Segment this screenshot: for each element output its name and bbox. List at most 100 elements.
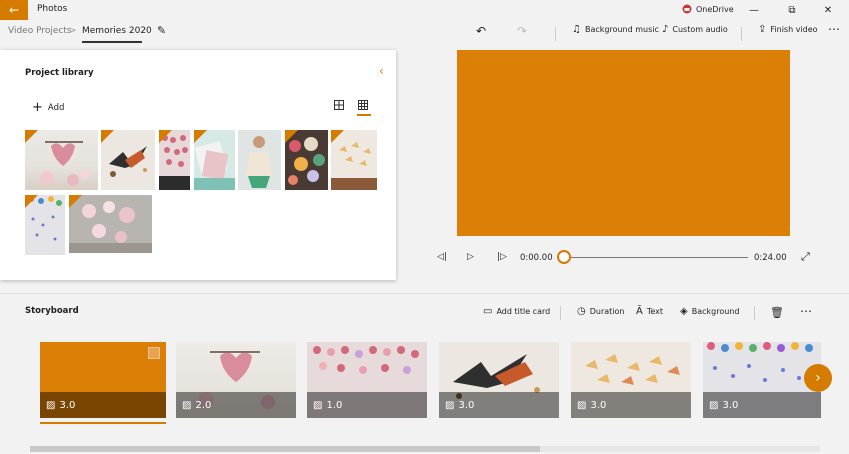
seek-track[interactable] <box>570 257 748 258</box>
section-divider <box>0 293 849 294</box>
added-corner-marker <box>69 195 82 208</box>
storyboard-clip[interactable]: ▨ 1.0 <box>307 342 427 418</box>
text-button[interactable]: Ā Text <box>636 306 663 317</box>
minimize-button[interactable]: — <box>740 0 768 20</box>
added-corner-marker <box>25 195 38 208</box>
clip-duration: 1.0 <box>326 399 343 411</box>
seek-thumb[interactable] <box>557 250 571 264</box>
background-music-button[interactable]: ♫ Background music <box>572 24 659 35</box>
more-options-button[interactable]: ⋯ <box>828 22 840 36</box>
step-forward-icon: |▷ <box>497 252 507 262</box>
storyboard-more-button[interactable]: ⋯ <box>800 304 812 318</box>
close-button[interactable]: ✕ <box>814 0 842 20</box>
add-media-button[interactable]: + Add <box>32 100 64 115</box>
clip-duration-bar: ▨ 3.0 <box>40 392 166 418</box>
delete-button[interactable]: 🗑 <box>770 306 784 319</box>
storyboard-clip[interactable]: ▨ 2.0 <box>176 342 296 418</box>
clip-duration: 3.0 <box>590 399 607 411</box>
library-thumbnail[interactable] <box>159 130 190 190</box>
storyboard-toolbar-divider <box>754 306 755 320</box>
app-title: Photos <box>37 4 68 14</box>
added-corner-marker <box>25 130 38 143</box>
custom-audio-button[interactable]: ♪ Custom audio <box>662 24 728 35</box>
view-selected-underline <box>357 114 371 116</box>
onedrive-icon <box>682 4 692 14</box>
expand-icon: ⤢ <box>801 250 810 263</box>
music-note-icon: ♫ <box>572 24 581 35</box>
added-corner-marker <box>285 130 298 143</box>
image-icon: ▨ <box>182 399 192 411</box>
maximize-button[interactable]: ⧉ <box>778 0 806 20</box>
onedrive-status[interactable]: OneDrive <box>682 4 734 14</box>
added-corner-marker <box>194 130 207 143</box>
library-thumbnail[interactable] <box>238 130 281 190</box>
play-icon: ▷ <box>467 252 474 262</box>
clip-duration: 3.0 <box>722 399 739 411</box>
library-thumbnail[interactable] <box>25 130 98 190</box>
breadcrumb-current[interactable]: Memories 2020 <box>82 26 152 36</box>
total-time: 0:24.00 <box>754 253 787 263</box>
storyboard-clip[interactable]: ▨ 3.0 <box>571 342 691 418</box>
added-corner-marker <box>101 130 114 143</box>
added-corner-marker <box>159 130 172 143</box>
image-icon: ▨ <box>313 399 323 411</box>
custom-audio-icon: ♪ <box>662 24 669 35</box>
library-thumbnail[interactable] <box>285 130 328 190</box>
background-button[interactable]: ◈ Background <box>680 306 739 317</box>
storyboard-scrollbar-thumb[interactable] <box>30 446 540 452</box>
scroll-next-button[interactable]: › <box>804 364 832 392</box>
clip-duration: 3.0 <box>59 399 76 411</box>
library-thumbnail[interactable] <box>25 195 65 255</box>
library-thumbnail[interactable] <box>194 130 235 190</box>
image-icon: ▨ <box>445 399 455 411</box>
clock-icon: ◷ <box>577 306 586 317</box>
onedrive-label: OneDrive <box>696 4 734 14</box>
export-icon: ⇪ <box>758 24 767 35</box>
storyboard-clip[interactable]: ▨ 3.0 <box>439 342 559 418</box>
collapse-library-button[interactable]: ‹ <box>379 64 384 78</box>
play-button[interactable]: ▷ <box>467 252 474 262</box>
back-button[interactable]: ← <box>0 0 28 20</box>
add-title-card-button[interactable]: ▭ Add title card <box>483 306 550 317</box>
storyboard-clip[interactable]: ▨ 3.0 <box>40 342 166 418</box>
add-title-card-label: Add title card <box>496 307 551 316</box>
library-thumbnail[interactable] <box>101 130 155 190</box>
background-music-label: Background music <box>584 25 659 34</box>
back-arrow-icon: ← <box>8 3 20 17</box>
breadcrumb-video-projects[interactable]: Video Projects <box>8 26 72 36</box>
rename-pencil-icon[interactable]: ✎ <box>157 24 166 37</box>
large-grid-view-button[interactable] <box>334 100 344 110</box>
clip-duration-bar: ▨ 3.0 <box>571 392 691 418</box>
clip-select-checkbox[interactable] <box>148 347 160 359</box>
toolbar-divider <box>741 27 742 41</box>
storyboard-toolbar-divider <box>560 306 561 320</box>
library-thumbnail[interactable] <box>69 195 152 253</box>
clip-duration-bar: ▨ 3.0 <box>439 392 559 418</box>
previous-frame-button[interactable]: ◁| <box>437 252 447 262</box>
next-frame-button[interactable]: |▷ <box>497 252 507 262</box>
text-icon: Ā <box>636 306 643 317</box>
step-back-icon: ◁| <box>437 252 447 262</box>
paint-bucket-icon: ◈ <box>680 306 688 317</box>
redo-button[interactable]: ↷ <box>517 24 527 38</box>
library-thumbnail[interactable] <box>331 130 377 190</box>
storyboard-title: Storyboard <box>25 306 79 316</box>
finish-video-button[interactable]: ⇪ Finish video <box>758 24 818 35</box>
large-grid-icon <box>334 100 344 110</box>
text-label: Text <box>646 307 664 316</box>
small-grid-icon <box>358 100 368 110</box>
clip-duration-bar: ▨ 3.0 <box>703 392 821 418</box>
undo-icon: ↶ <box>476 24 487 38</box>
duration-button[interactable]: ◷ Duration <box>577 306 624 317</box>
added-corner-marker <box>331 130 344 143</box>
video-preview[interactable] <box>457 50 790 236</box>
chevron-right-icon: › <box>815 370 821 386</box>
finish-video-label: Finish video <box>770 25 818 34</box>
undo-button[interactable]: ↶ <box>476 24 486 38</box>
image-icon: ▨ <box>709 399 719 411</box>
fullscreen-button[interactable]: ⤢ <box>801 250 810 264</box>
small-grid-view-button[interactable] <box>358 100 368 110</box>
image-icon: ▨ <box>577 399 587 411</box>
selected-clip-underline <box>40 422 166 424</box>
clip-duration: 2.0 <box>195 399 212 411</box>
